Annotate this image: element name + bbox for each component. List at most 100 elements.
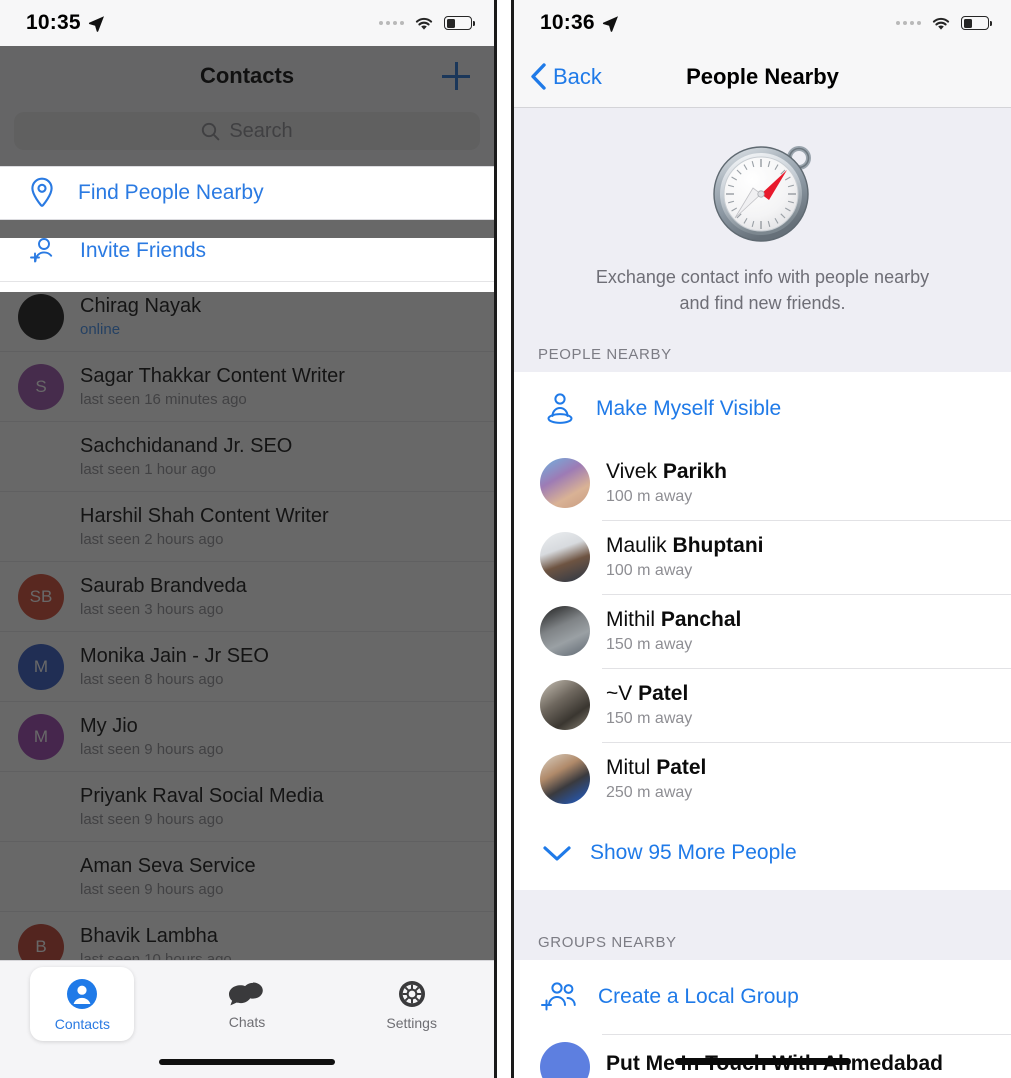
create-local-group-row[interactable]: Create a Local Group — [514, 960, 1011, 1035]
contact-text: My Jio last seen 9 hours ago — [80, 715, 223, 758]
tab-chats-label: Chats — [228, 1013, 266, 1030]
location-arrow-icon — [602, 15, 618, 32]
contact-row[interactable]: Aman Seva Service last seen 9 hours ago — [0, 842, 494, 912]
location-pin-icon — [31, 177, 53, 207]
contact-text: Aman Seva Service last seen 9 hours ago — [80, 855, 256, 898]
status-bar-time-group: 10:35 — [26, 11, 105, 35]
add-group-icon — [541, 982, 576, 1011]
right-phone-people-nearby-screen: 10:36 Back People Nearby Exchange contac… — [511, 0, 1011, 1078]
person-name: Vivek Parikh — [606, 460, 727, 484]
person-last-name: Patel — [638, 682, 689, 706]
contact-status: last seen 16 minutes ago — [80, 391, 247, 408]
person-name: ~V Patel — [606, 682, 692, 706]
person-distance: 100 m away — [606, 562, 693, 580]
person-row[interactable]: Mithil Panchal 150 m away — [514, 594, 1011, 669]
back-button[interactable]: Back — [514, 63, 602, 90]
search-input[interactable]: Search — [14, 112, 480, 150]
avatar — [18, 434, 64, 480]
person-last-name: Bhuptani — [672, 534, 764, 558]
person-distance: 150 m away — [606, 636, 693, 654]
hero-description-line1: Exchange contact info with people nearby — [595, 267, 930, 287]
person-last-name: Panchal — [660, 608, 742, 632]
contact-row[interactable]: Chirag Nayak online — [0, 282, 494, 352]
show-more-people-row[interactable]: Show 95 More People — [514, 816, 1011, 891]
contact-name: Sagar Thakkar Content Writer — [80, 365, 345, 387]
make-myself-visible-row[interactable]: Make Myself Visible — [514, 372, 1011, 447]
home-indicator[interactable] — [674, 1058, 851, 1065]
person-text: Maulik Bhuptani 100 m away — [606, 534, 764, 580]
add-person-icon — [30, 237, 53, 262]
person-last-name: Patel — [656, 756, 707, 780]
status-bar-indicators — [379, 15, 476, 31]
contact-name: Harshil Shah Content Writer — [80, 505, 329, 527]
find-people-nearby-row[interactable]: Find People Nearby — [0, 166, 494, 220]
show-more-people-label: Show 95 More People — [590, 841, 797, 865]
tab-settings[interactable]: Settings — [329, 961, 494, 1047]
chat-bubbles-icon — [229, 982, 263, 1005]
contacts-list: Chirag Nayak online S Sagar Thakkar Content… — [0, 282, 494, 982]
contact-row[interactable]: M Monika Jain - Jr SEO last seen 8 hours a… — [0, 632, 494, 702]
screenshot-stage: 10:35 Contacts Search Find People Nearby… — [0, 0, 1011, 1078]
contact-row[interactable]: Priyank Raval Social Media last seen 9 ho… — [0, 772, 494, 842]
contact-status: last seen 8 hours ago — [80, 671, 224, 688]
contact-text: Saurab Brandveda last seen 3 hours ago — [80, 575, 247, 618]
contact-status: last seen 1 hour ago — [80, 461, 216, 478]
person-row[interactable]: ~V Patel 150 m away — [514, 668, 1011, 743]
contact-name: Priyank Raval Social Media — [80, 785, 324, 807]
right-status-bar: 10:36 — [514, 0, 1011, 46]
tab-chats[interactable]: Chats — [165, 961, 330, 1047]
avatar — [18, 784, 64, 830]
contact-name: Monika Jain - Jr SEO — [80, 645, 269, 667]
hero-description: Exchange contact info with people nearby… — [514, 264, 1011, 316]
chevron-left-icon — [531, 63, 546, 90]
avatar — [18, 293, 64, 340]
hero-description-line2: and find new friends. — [679, 293, 846, 314]
contact-text: Chirag Nayak online — [80, 295, 201, 338]
person-first-name: Mitul — [606, 756, 657, 780]
contact-row[interactable]: Sachchidanand Jr. SEO last seen 1 hour ag… — [0, 422, 494, 492]
contact-name: My Jio — [80, 715, 138, 737]
person-text: Vivek Parikh 100 m away — [606, 460, 727, 506]
contact-name: Aman Seva Service — [80, 855, 256, 877]
contact-row[interactable]: H Harshil Shah Content Writer last seen 2 … — [0, 492, 494, 562]
avatar — [540, 754, 590, 805]
add-contact-button[interactable] — [442, 62, 470, 90]
person-row[interactable]: Mitul Patel 250 m away — [514, 742, 1011, 817]
contact-text: Harshil Shah Content Writer last seen 2 h… — [80, 505, 329, 548]
invite-friends-label: Invite Friends — [80, 238, 207, 262]
person-text: ~V Patel 150 m away — [606, 682, 692, 728]
invite-friends-row[interactable]: Invite Friends — [0, 220, 494, 282]
tab-contacts[interactable]: Contacts — [0, 961, 165, 1047]
tab-list: Contacts Chats Settings — [0, 961, 494, 1047]
contact-row[interactable]: SB Saurab Brandveda last seen 3 hours ago — [0, 562, 494, 632]
find-people-nearby-label: Find People Nearby — [78, 181, 264, 204]
people-rows-container: Vivek Parikh 100 m away Maulik Bhuptani 100… — [514, 446, 1011, 817]
avatar — [540, 532, 590, 583]
person-first-name: Maulik — [606, 534, 673, 558]
page-title: Contacts — [199, 63, 295, 88]
group-avatar — [540, 1042, 590, 1078]
signal-dots-icon — [896, 21, 921, 25]
contact-text: Sachchidanand Jr. SEO last seen 1 hour ag… — [80, 435, 292, 478]
groups-nearby-section-header: GROUPS NEARBY — [514, 920, 1011, 961]
left-status-bar: 10:35 — [0, 0, 494, 46]
signal-dots-icon — [379, 21, 404, 25]
avatar: M — [18, 713, 64, 760]
contact-name: Bhavik Lambha — [80, 925, 218, 947]
status-bar-time-group: 10:36 — [540, 11, 619, 35]
status-bar-time: 10:35 — [26, 11, 81, 34]
person-name: Mitul Patel — [606, 756, 706, 780]
person-row[interactable]: Vivek Parikh 100 m away — [514, 446, 1011, 521]
people-nearby-nav-bar: Back People Nearby — [514, 46, 1011, 108]
contact-row[interactable]: M My Jio last seen 9 hours ago — [0, 702, 494, 772]
contact-status: last seen 9 hours ago — [80, 741, 224, 758]
home-indicator[interactable] — [159, 1059, 335, 1065]
battery-icon — [961, 16, 993, 30]
person-text: Mithil Panchal 150 m away — [606, 608, 741, 654]
contact-row[interactable]: S Sagar Thakkar Content Writer last seen 1… — [0, 352, 494, 422]
group-row[interactable]: Put Me In Touch With Ahmedabad — [514, 1034, 1011, 1078]
back-label: Back — [553, 63, 602, 89]
person-row[interactable]: Maulik Bhuptani 100 m away — [514, 520, 1011, 595]
create-local-group-label: Create a Local Group — [598, 985, 799, 1009]
wifi-icon — [932, 17, 950, 30]
